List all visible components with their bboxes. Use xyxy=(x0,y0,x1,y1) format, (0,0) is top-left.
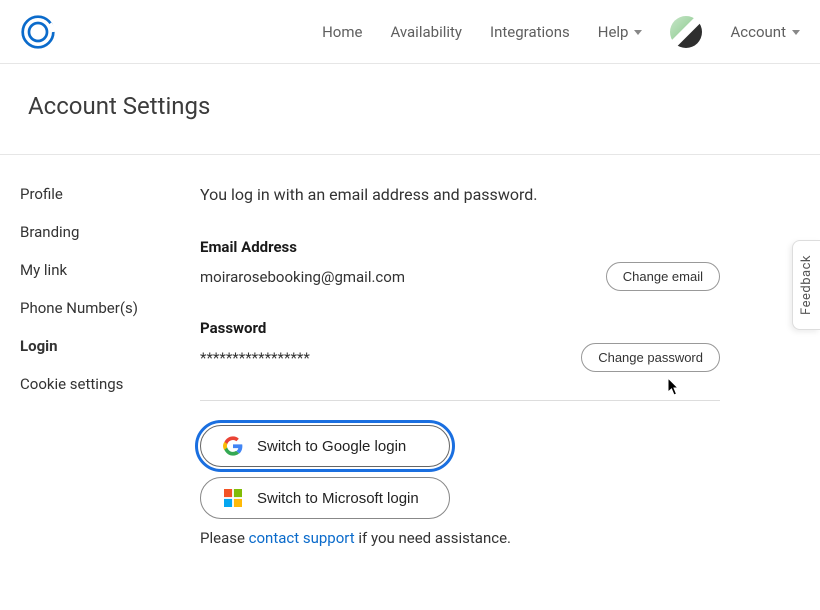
topbar: Home Availability Integrations Help Acco… xyxy=(0,0,820,64)
sidebar-item-label: Profile xyxy=(20,185,63,203)
change-password-label: Change password xyxy=(598,350,703,365)
app-logo[interactable] xyxy=(20,14,56,50)
assist-suffix: if you need assistance. xyxy=(355,529,511,547)
divider xyxy=(200,400,720,401)
main: Profile Branding My link Phone Number(s)… xyxy=(0,155,820,547)
password-field-row: Password ***************** Change passwo… xyxy=(200,319,720,372)
sidebar-item-label: Phone Number(s) xyxy=(20,299,138,317)
switch-google-label: Switch to Google login xyxy=(257,438,406,455)
change-email-button[interactable]: Change email xyxy=(606,262,720,291)
nav-account[interactable]: Account xyxy=(730,23,800,41)
top-nav: Home Availability Integrations Help Acco… xyxy=(322,16,800,48)
nav-help[interactable]: Help xyxy=(598,23,643,41)
calendly-logo-icon xyxy=(20,14,56,50)
sidebar-item-login[interactable]: Login xyxy=(20,337,200,355)
sidebar-item-cookie-settings[interactable]: Cookie settings xyxy=(20,375,200,393)
assist-prefix: Please xyxy=(200,529,249,547)
login-settings-panel: You log in with an email address and pas… xyxy=(200,185,760,547)
switch-to-google-button[interactable]: Switch to Google login xyxy=(200,425,450,467)
nav-home[interactable]: Home xyxy=(322,23,362,41)
email-label: Email Address xyxy=(200,238,720,256)
feedback-tab[interactable]: Feedback xyxy=(792,240,820,330)
switch-microsoft-label: Switch to Microsoft login xyxy=(257,490,419,507)
nav-account-label: Account xyxy=(730,23,786,41)
email-value-row: moirarosebooking@gmail.com Change email xyxy=(200,262,720,291)
sidebar-item-label: Cookie settings xyxy=(20,375,123,393)
nav-home-label: Home xyxy=(322,23,362,41)
settings-sidebar: Profile Branding My link Phone Number(s)… xyxy=(0,185,200,547)
feedback-label: Feedback xyxy=(799,255,814,315)
nav-availability[interactable]: Availability xyxy=(390,23,462,41)
page-title: Account Settings xyxy=(28,92,792,120)
caret-down-icon xyxy=(634,30,642,35)
assist-text: Please contact support if you need assis… xyxy=(200,529,720,547)
password-value: ***************** xyxy=(200,349,310,367)
sidebar-item-label: My link xyxy=(20,261,67,279)
sidebar-item-my-link[interactable]: My link xyxy=(20,261,200,279)
password-label: Password xyxy=(200,319,720,337)
google-icon xyxy=(223,436,243,456)
page-title-row: Account Settings xyxy=(0,64,820,155)
change-email-label: Change email xyxy=(623,269,703,284)
login-intro-text: You log in with an email address and pas… xyxy=(200,185,720,204)
nav-availability-label: Availability xyxy=(390,23,462,41)
nav-integrations[interactable]: Integrations xyxy=(490,23,570,41)
caret-down-icon xyxy=(792,30,800,35)
password-value-row: ***************** Change password xyxy=(200,343,720,372)
change-password-button[interactable]: Change password xyxy=(581,343,720,372)
switch-to-microsoft-button[interactable]: Switch to Microsoft login xyxy=(200,477,450,519)
sidebar-item-branding[interactable]: Branding xyxy=(20,223,200,241)
sidebar-item-phone-numbers[interactable]: Phone Number(s) xyxy=(20,299,200,317)
sidebar-item-label: Login xyxy=(20,337,58,355)
nav-integrations-label: Integrations xyxy=(490,23,570,41)
sidebar-item-profile[interactable]: Profile xyxy=(20,185,200,203)
email-value: moirarosebooking@gmail.com xyxy=(200,268,405,286)
avatar-icon[interactable] xyxy=(670,16,702,48)
nav-help-label: Help xyxy=(598,23,629,41)
sidebar-item-label: Branding xyxy=(20,223,79,241)
contact-support-link[interactable]: contact support xyxy=(249,529,355,547)
microsoft-icon xyxy=(223,488,243,508)
email-field-row: Email Address moirarosebooking@gmail.com… xyxy=(200,238,720,291)
